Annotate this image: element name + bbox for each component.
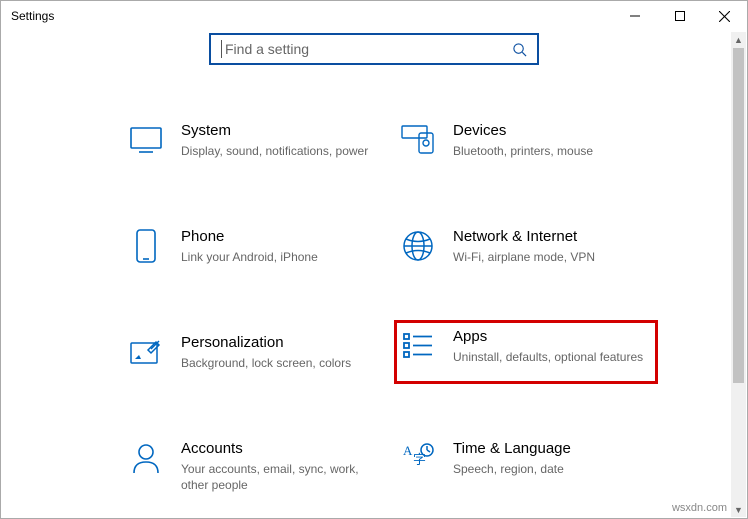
tile-subtitle: Speech, region, date	[453, 461, 571, 477]
vertical-scrollbar[interactable]: ▲ ▼	[731, 32, 746, 517]
tile-text: Network & Internet Wi-Fi, airplane mode,…	[453, 227, 595, 265]
search-input[interactable]: Find a setting	[209, 33, 539, 65]
tile-system[interactable]: System Display, sound, notifications, po…	[123, 115, 385, 165]
search-icon	[512, 42, 527, 57]
minimize-icon	[630, 11, 640, 21]
tile-title: Accounts	[181, 439, 376, 459]
tile-text: Time & Language Speech, region, date	[453, 439, 571, 477]
tile-text: Devices Bluetooth, printers, mouse	[453, 121, 593, 159]
tile-personalization[interactable]: Personalization Background, lock screen,…	[123, 327, 385, 377]
tile-subtitle: Uninstall, defaults, optional features	[453, 349, 643, 365]
tile-title: Time & Language	[453, 439, 571, 459]
phone-icon	[129, 229, 163, 263]
tile-title: Network & Internet	[453, 227, 595, 247]
tile-subtitle: Link your Android, iPhone	[181, 249, 318, 265]
time-language-icon: A 字	[401, 441, 435, 475]
tile-title: Personalization	[181, 333, 351, 353]
window-title: Settings	[11, 9, 54, 23]
tile-title: Devices	[453, 121, 593, 141]
tile-title: Apps	[453, 327, 643, 347]
settings-grid: System Display, sound, notifications, po…	[1, 115, 747, 499]
tile-title: Phone	[181, 227, 318, 247]
watermark-text: wsxdn.com	[672, 502, 727, 514]
minimize-button[interactable]	[612, 1, 657, 31]
system-icon	[129, 123, 163, 157]
tile-title: System	[181, 121, 368, 141]
tile-phone[interactable]: Phone Link your Android, iPhone	[123, 221, 385, 271]
tile-time-language[interactable]: A 字 Time & Language Speech, region, date	[395, 433, 657, 499]
accounts-icon	[129, 441, 163, 475]
svg-text:字: 字	[413, 452, 426, 467]
tile-text: Personalization Background, lock screen,…	[181, 333, 351, 371]
tile-text: System Display, sound, notifications, po…	[181, 121, 368, 159]
tile-subtitle: Display, sound, notifications, power	[181, 143, 368, 159]
tile-text: Phone Link your Android, iPhone	[181, 227, 318, 265]
tile-subtitle: Bluetooth, printers, mouse	[453, 143, 593, 159]
tile-devices[interactable]: Devices Bluetooth, printers, mouse	[395, 115, 657, 165]
devices-icon	[401, 123, 435, 157]
network-icon	[401, 229, 435, 263]
tile-text: Apps Uninstall, defaults, optional featu…	[453, 327, 643, 365]
tile-subtitle: Background, lock screen, colors	[181, 355, 351, 371]
search-placeholder: Find a setting	[225, 41, 512, 57]
window-controls	[612, 1, 747, 31]
scroll-up-arrow-icon[interactable]: ▲	[731, 32, 746, 47]
tile-subtitle: Wi-Fi, airplane mode, VPN	[453, 249, 595, 265]
close-button[interactable]	[702, 1, 747, 31]
apps-icon	[401, 329, 435, 363]
text-cursor	[221, 40, 222, 58]
tile-accounts[interactable]: Accounts Your accounts, email, sync, wor…	[123, 433, 385, 499]
tile-apps[interactable]: Apps Uninstall, defaults, optional featu…	[395, 321, 657, 383]
scroll-down-arrow-icon[interactable]: ▼	[731, 502, 746, 517]
tile-text: Accounts Your accounts, email, sync, wor…	[181, 439, 376, 493]
svg-text:A: A	[403, 443, 413, 458]
tile-network[interactable]: Network & Internet Wi-Fi, airplane mode,…	[395, 221, 657, 271]
maximize-button[interactable]	[657, 1, 702, 31]
search-container: Find a setting	[1, 33, 747, 65]
tile-subtitle: Your accounts, email, sync, work, other …	[181, 461, 376, 493]
personalization-icon	[129, 335, 163, 369]
scrollbar-thumb[interactable]	[733, 48, 744, 383]
settings-window: Settings Find a setting	[0, 0, 748, 519]
maximize-icon	[675, 11, 685, 21]
close-icon	[719, 11, 730, 22]
